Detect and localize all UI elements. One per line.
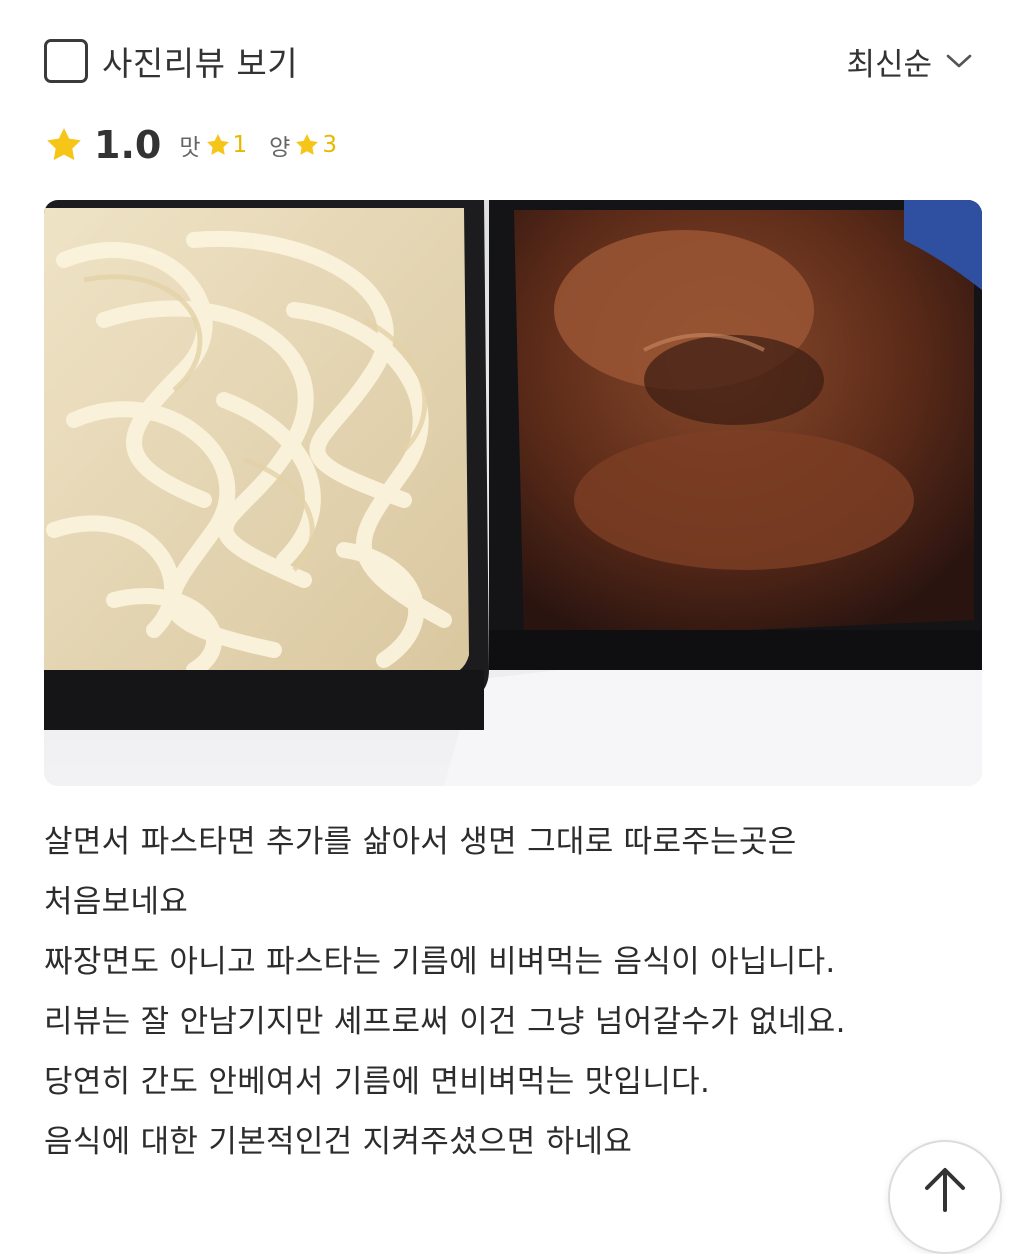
star-icon xyxy=(205,132,231,158)
arrow-up-icon xyxy=(925,1168,965,1212)
chevron-down-icon xyxy=(946,53,972,69)
review-line: 당연히 간도 안베여서 기름에 면비벼먹는 맛입니다. xyxy=(44,1064,711,1100)
quantity-label: 양 xyxy=(269,135,291,161)
review-line: 음식에 대한 기본적인건 지켜주셨으면 하네요 xyxy=(44,1124,633,1160)
review-line: 리뷰는 잘 안남기지만 셰프로써 이건 그냥 넘어갈수가 없네요. xyxy=(44,1004,846,1040)
review-toolbar: 사진리뷰 보기 최신순 xyxy=(44,34,972,88)
scroll-to-top-button[interactable] xyxy=(888,1140,1002,1254)
taste-rating: 1 xyxy=(232,132,248,158)
quantity-rating: 3 xyxy=(322,132,337,158)
rating-summary: 1.0 맛 1 양 3 xyxy=(44,120,359,170)
review-line: 짜장면도 아니고 파스타는 기름에 비벼먹는 음식이 아닙니다. xyxy=(44,944,836,980)
photo-review-label: 사진리뷰 보기 xyxy=(102,44,299,83)
star-icon xyxy=(294,132,320,158)
taste-label: 맛 xyxy=(179,135,201,161)
photo-review-filter[interactable]: 사진리뷰 보기 xyxy=(44,37,298,85)
review-line: 처음보네요 xyxy=(44,884,189,920)
food-photo-illustration xyxy=(44,200,982,786)
review-line: 살면서 파스타면 추가를 삶아서 생면 그대로 따로주는곳은 xyxy=(44,824,797,860)
sort-label: 최신순 xyxy=(846,46,932,83)
overall-rating: 1.0 xyxy=(94,123,162,167)
star-icon xyxy=(44,125,84,165)
review-photo[interactable] xyxy=(44,200,982,786)
photo-review-checkbox[interactable] xyxy=(44,39,88,83)
review-body: 살면서 파스타면 추가를 삶아서 생면 그대로 따로주는곳은 처음보네요 짜장면… xyxy=(44,812,944,1172)
sort-dropdown[interactable]: 최신순 xyxy=(846,39,972,84)
